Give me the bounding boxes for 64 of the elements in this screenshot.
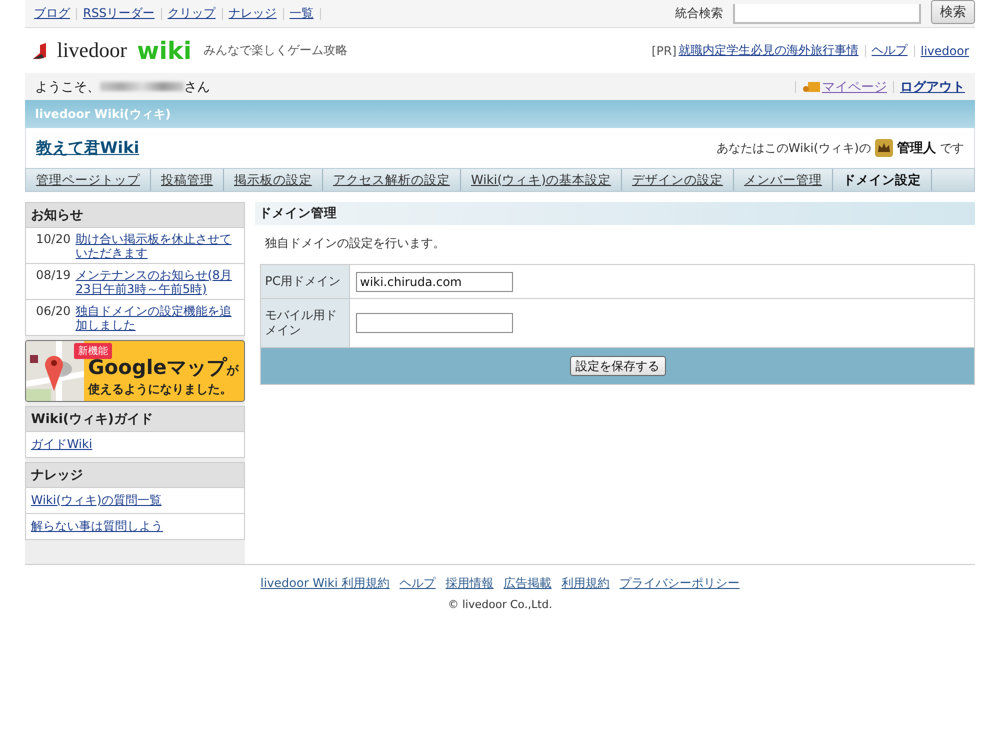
footer-link[interactable]: プライバシーポリシー [620,575,740,592]
service-bar: livedoor Wiki(ウィキ) [25,100,975,128]
footer-link[interactable]: 採用情報 [446,575,494,592]
news-heading: お知らせ [26,203,244,228]
top-nav-link[interactable]: ブログ [34,5,70,22]
crown-icon [875,139,893,157]
search-field[interactable] [733,4,921,24]
news-link[interactable]: 独自ドメインの設定機能を追加しました [76,304,238,332]
nav-tab[interactable]: 投稿管理 [151,169,224,191]
top-nav-link[interactable]: ナレッジ [228,5,277,22]
nav-tab[interactable]: アクセス解析の設定 [323,169,461,191]
nav-tab[interactable]: 管理ページトップ [26,169,151,191]
nav-tab[interactable]: メンバー管理 [734,169,834,191]
banner-headline: Googleマップが [88,356,240,381]
field-label: PC用ドメイン [261,265,350,298]
field-label: モバイル用ドメイン [261,299,350,347]
nav-tab[interactable]: 掲示板の設定 [224,169,323,191]
site-title-link[interactable]: 教えて君Wiki [36,138,140,158]
top-nav-link[interactable]: RSSリーダー [83,5,155,22]
greeting-suffix: さん [184,78,210,96]
top-nav-link[interactable]: 一覧 [290,5,314,22]
nav-tab[interactable]: ドメイン設定 [833,169,932,191]
search-label: 統合検索 [675,5,723,22]
footer-link[interactable]: 広告掲載 [504,575,552,592]
role-name: 管理人 [897,140,936,157]
sidebar-heading: ナレッジ [26,463,244,488]
new-feature-badge: 新機能 [74,343,112,359]
nav-tab[interactable]: Wiki(ウィキ)の基本設定 [461,169,622,191]
save-button[interactable]: 設定を保存する [570,356,666,376]
map-feature-banner[interactable]: 新機能 Googleマップが 使えるようになりました。 [25,340,245,402]
key-icon [802,80,820,92]
role-suffix: です [940,140,964,156]
logo-text: livedoor [57,38,127,63]
footer-link[interactable]: livedoor Wiki 利用規約 [260,575,390,592]
sidebar-link[interactable]: Wiki(ウィキ)の質問一覧 [26,488,244,514]
logo-wiki: wiki [136,36,192,64]
footer-link[interactable]: ヘルプ [400,575,436,592]
tagline: みんなで楽しくゲーム攻略 [204,42,348,59]
news-date: 08/19 [36,268,71,284]
header-link[interactable]: livedoor [920,44,969,58]
sidebar-heading: Wiki(ウィキ)ガイド [26,407,244,432]
pr-link[interactable]: 就職内定学生必見の海外旅行事情 [678,42,859,59]
nav-tab[interactable]: デザインの設定 [622,169,734,191]
role-text: あなたはこのWiki(ウィキ)の [716,140,871,156]
sidebar-link[interactable]: 解らない事は質問しよう [26,514,244,539]
mypage-link[interactable]: マイページ [822,78,887,96]
banner-subline: 使えるようになりました。 [88,381,233,398]
greeting-text: ようこそ、 [35,78,100,96]
news-link[interactable]: メンテナンスのお知らせ(8月23日午前3時～午前5時) [76,268,238,296]
header-link[interactable]: ヘルプ [872,42,908,59]
news-date: 06/20 [36,304,71,320]
pr-label: [PR] [652,44,677,58]
logout-link[interactable]: ログアウト [900,78,965,96]
sidebar-link[interactable]: ガイドWiki [26,432,244,457]
description: 独自ドメインの設定を行います。 [264,235,446,252]
domain-field[interactable]: wiki.chiruda.com [356,272,513,292]
search-button[interactable]: 検索 [931,0,975,24]
domain-field[interactable] [356,313,513,333]
copyright: © livedoor Co.,Ltd. [448,598,552,611]
top-nav-link[interactable]: クリップ [168,5,216,22]
news-link[interactable]: 助け合い掲示板を休止させていただきます [76,232,238,260]
news-date: 10/20 [36,232,71,248]
footer-link[interactable]: 利用規約 [562,575,610,592]
section-title: ドメイン管理 [255,202,975,225]
